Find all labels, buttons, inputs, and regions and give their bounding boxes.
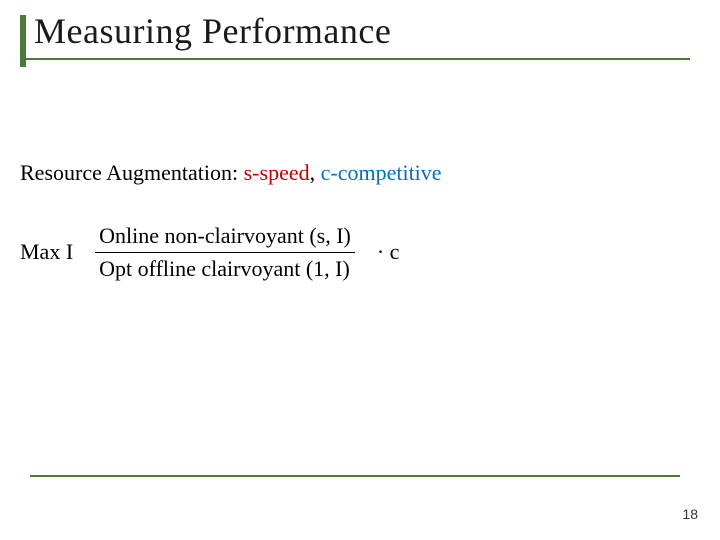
slide-title: Measuring Performance: [34, 10, 690, 52]
fraction-bar: [95, 252, 355, 253]
page-number: 18: [682, 506, 698, 522]
title-block: Measuring Performance: [20, 10, 690, 68]
body-content: Resource Augmentation: s-speed, c-compet…: [20, 160, 680, 282]
formula-row: Max I Online non-clairvoyant (s, I) Opt …: [20, 222, 680, 282]
fraction: Online non-clairvoyant (s, I) Opt offlin…: [95, 222, 355, 282]
c-competitive-text: c-competitive: [321, 160, 442, 185]
fraction-denominator: Opt offline clairvoyant (1, I): [95, 255, 355, 283]
s-speed-text: s-speed: [244, 160, 310, 185]
times-c-text: · c: [377, 239, 400, 265]
fraction-numerator: Online non-clairvoyant (s, I): [95, 222, 355, 250]
separator-text: ,: [310, 160, 321, 185]
bottom-rule: [30, 475, 680, 477]
title-accent-bar: [20, 15, 26, 67]
resource-augmentation-line: Resource Augmentation: s-speed, c-compet…: [20, 160, 680, 186]
title-underline: [20, 58, 690, 60]
lead-text: Resource Augmentation:: [20, 160, 244, 185]
max-i-text: Max I: [20, 239, 73, 265]
